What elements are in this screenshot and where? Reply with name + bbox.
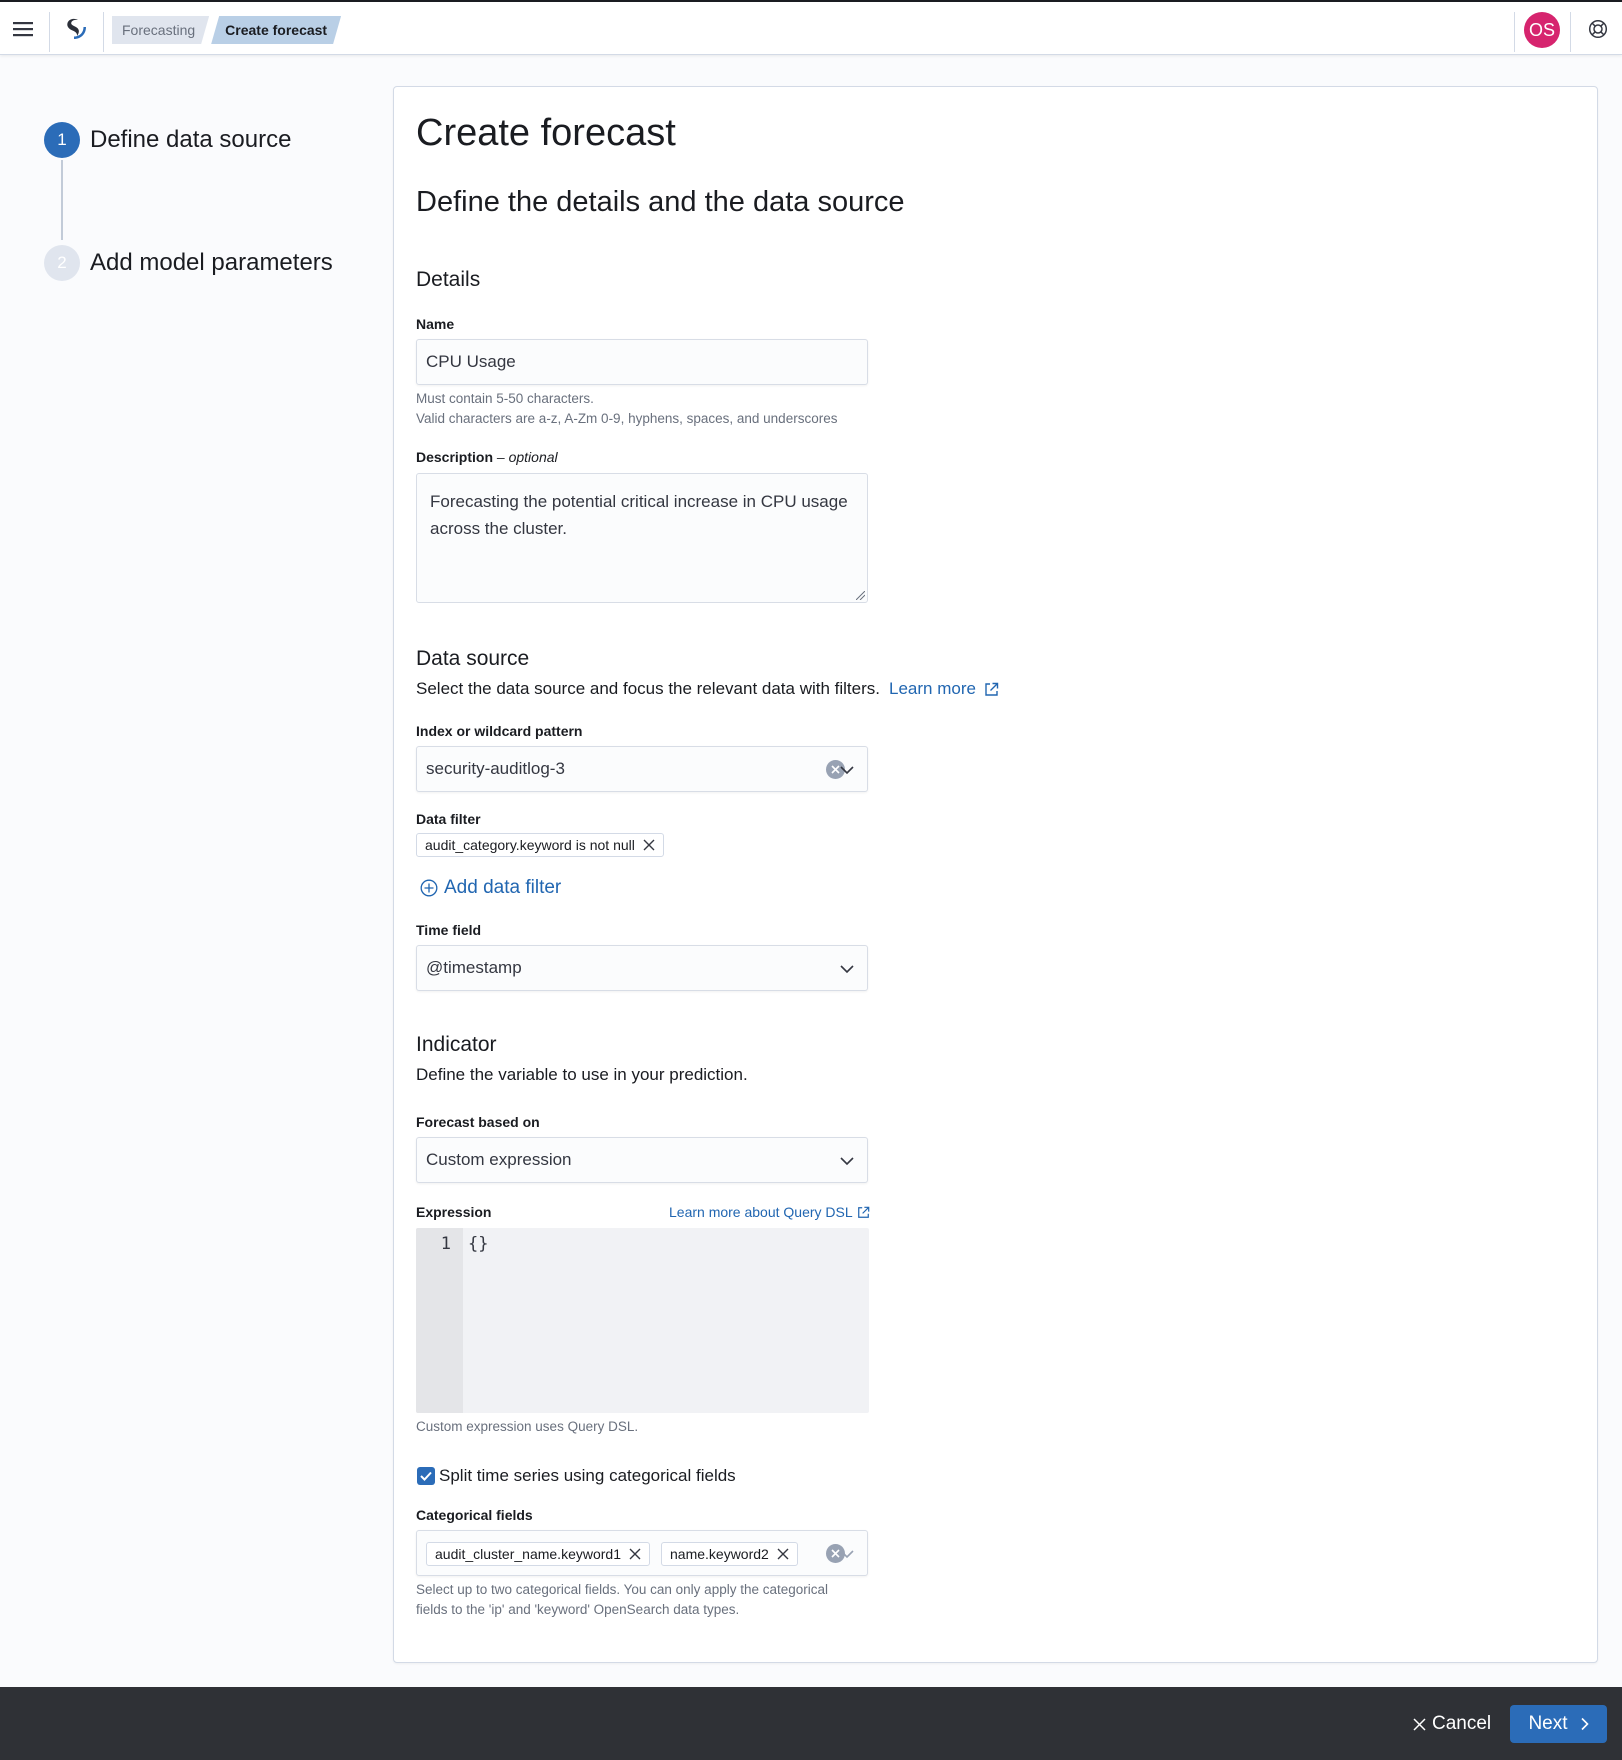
time-field-select[interactable]: @timestamp bbox=[416, 945, 868, 991]
index-pattern-value: security-auditlog-3 bbox=[426, 759, 565, 778]
query-dsl-link-text: Learn more about Query DSL bbox=[669, 1204, 853, 1220]
data-source-section-title: Data source bbox=[416, 647, 530, 670]
resize-grip-icon[interactable] bbox=[856, 591, 865, 600]
add-data-filter-text: Add data filter bbox=[444, 877, 562, 898]
line-number-gutter: 1 bbox=[416, 1228, 463, 1413]
help-button[interactable] bbox=[1575, 2, 1620, 55]
data-source-description: Select the data source and focus the rel… bbox=[416, 679, 880, 698]
cancel-label: Cancel bbox=[1432, 1713, 1492, 1734]
data-filter-label: Data filter bbox=[416, 811, 481, 827]
user-avatar[interactable]: OS bbox=[1524, 12, 1560, 48]
description-value: Forecasting the potential critical incre… bbox=[430, 492, 848, 538]
description-label-text: Description bbox=[416, 449, 494, 465]
name-help-line-1: Must contain 5-50 characters. bbox=[416, 391, 594, 406]
page-title: Create forecast bbox=[416, 112, 676, 154]
step-label: Define data source bbox=[90, 126, 292, 153]
remove-filter-icon[interactable] bbox=[643, 839, 655, 851]
home-logo-link[interactable] bbox=[55, 2, 97, 55]
categorical-fields-label: Categorical fields bbox=[416, 1507, 533, 1523]
categorical-chip-text: name.keyword2 bbox=[670, 1546, 769, 1562]
time-field-value: @timestamp bbox=[426, 958, 522, 977]
forecast-based-on-label: Forecast based on bbox=[416, 1114, 540, 1130]
chevron-down-icon bbox=[840, 1157, 854, 1166]
name-label: Name bbox=[416, 316, 455, 332]
categorical-help-line-1: Select up to two categorical fields. You… bbox=[416, 1582, 829, 1597]
header-divider bbox=[1570, 12, 1571, 52]
categorical-field-chip[interactable]: name.keyword2 bbox=[661, 1542, 798, 1566]
breadcrumb: Forecasting Create forecast bbox=[112, 16, 341, 44]
plus-circle-icon bbox=[420, 879, 438, 897]
step-label: Add model parameters bbox=[90, 249, 333, 276]
menu-button[interactable] bbox=[0, 2, 45, 55]
step-connector bbox=[61, 160, 63, 240]
description-textarea[interactable]: Forecasting the potential critical incre… bbox=[416, 473, 868, 603]
description-label: Description – optional bbox=[416, 449, 558, 465]
data-filter-chip-text: audit_category.keyword is not null bbox=[425, 837, 635, 853]
breadcrumb-create-forecast: Create forecast bbox=[211, 16, 341, 44]
help-lifebuoy-icon bbox=[1588, 19, 1607, 38]
next-button[interactable]: Next bbox=[1510, 1705, 1607, 1743]
query-dsl-link[interactable]: Learn more about Query DSL bbox=[669, 1204, 870, 1220]
expression-label: Expression bbox=[416, 1204, 492, 1220]
page-subtitle: Define the details and the data source bbox=[416, 186, 905, 218]
categorical-field-chip[interactable]: audit_cluster_name.keyword1 bbox=[426, 1542, 650, 1566]
step-number-badge: 1 bbox=[44, 122, 80, 158]
checkmark-icon bbox=[420, 1471, 432, 1481]
forecast-based-on-value: Custom expression bbox=[426, 1150, 572, 1169]
step-add-model-parameters[interactable]: 2 Add model parameters bbox=[44, 245, 333, 281]
learn-more-link[interactable]: Learn more bbox=[889, 679, 999, 699]
chevron-down-icon[interactable] bbox=[838, 761, 856, 779]
step-define-data-source[interactable]: 1 Define data source bbox=[44, 122, 291, 158]
name-input[interactable]: CPU Usage bbox=[416, 339, 868, 385]
name-help-line-2: Valid characters are a-z, A-Zm 0-9, hyph… bbox=[416, 411, 838, 426]
chevron-down-icon[interactable] bbox=[838, 1545, 856, 1563]
opensearch-logo-icon bbox=[67, 18, 86, 39]
close-icon bbox=[1413, 1717, 1426, 1731]
remove-chip-icon[interactable] bbox=[629, 1548, 641, 1560]
line-number: 1 bbox=[440, 1234, 451, 1254]
header-divider bbox=[1514, 12, 1515, 52]
hamburger-menu-icon bbox=[12, 21, 33, 36]
time-field-label: Time field bbox=[416, 922, 482, 938]
categorical-chip-text: audit_cluster_name.keyword1 bbox=[435, 1546, 621, 1562]
details-section-title: Details bbox=[416, 268, 481, 291]
indicator-description: Define the variable to use in your predi… bbox=[416, 1065, 748, 1084]
bottom-action-bar: Cancel Next bbox=[0, 1687, 1622, 1760]
external-link-icon bbox=[857, 1206, 869, 1218]
split-time-series-checkbox[interactable] bbox=[417, 1467, 435, 1485]
chevron-right-icon bbox=[1580, 1717, 1589, 1731]
categorical-fields-combobox[interactable]: audit_cluster_name.keyword1 name.keyword… bbox=[416, 1530, 868, 1576]
next-label: Next bbox=[1528, 1713, 1568, 1734]
chevron-down-icon bbox=[840, 965, 854, 974]
top-header: Forecasting Create forecast OS bbox=[0, 0, 1622, 55]
cancel-button[interactable]: Cancel bbox=[1405, 1705, 1499, 1743]
forecast-based-on-select[interactable]: Custom expression bbox=[416, 1137, 868, 1183]
code-content: {} bbox=[468, 1234, 489, 1254]
external-link-icon bbox=[985, 682, 999, 696]
indicator-section-title: Indicator bbox=[416, 1033, 497, 1056]
add-data-filter-button[interactable]: Add data filter bbox=[420, 877, 561, 899]
index-pattern-combobox[interactable]: security-auditlog-3 bbox=[416, 746, 868, 792]
header-divider bbox=[103, 12, 104, 52]
categorical-help-line-2: fields to the 'ip' and 'keyword' OpenSea… bbox=[416, 1602, 740, 1617]
expression-code-editor[interactable]: 1 {} bbox=[416, 1228, 869, 1413]
header-divider bbox=[49, 12, 50, 52]
learn-more-text: Learn more bbox=[889, 679, 976, 698]
name-input-value: CPU Usage bbox=[426, 352, 516, 371]
split-time-series-label[interactable]: Split time series using categorical fiel… bbox=[439, 1466, 736, 1486]
step-number-badge: 2 bbox=[44, 245, 80, 281]
description-optional-hint: – optional bbox=[496, 449, 558, 465]
breadcrumb-forecasting[interactable]: Forecasting bbox=[112, 16, 209, 44]
index-pattern-label: Index or wildcard pattern bbox=[416, 723, 583, 739]
data-filter-chip[interactable]: audit_category.keyword is not null bbox=[416, 833, 664, 857]
expression-help: Custom expression uses Query DSL. bbox=[416, 1419, 639, 1434]
remove-chip-icon[interactable] bbox=[777, 1548, 789, 1560]
